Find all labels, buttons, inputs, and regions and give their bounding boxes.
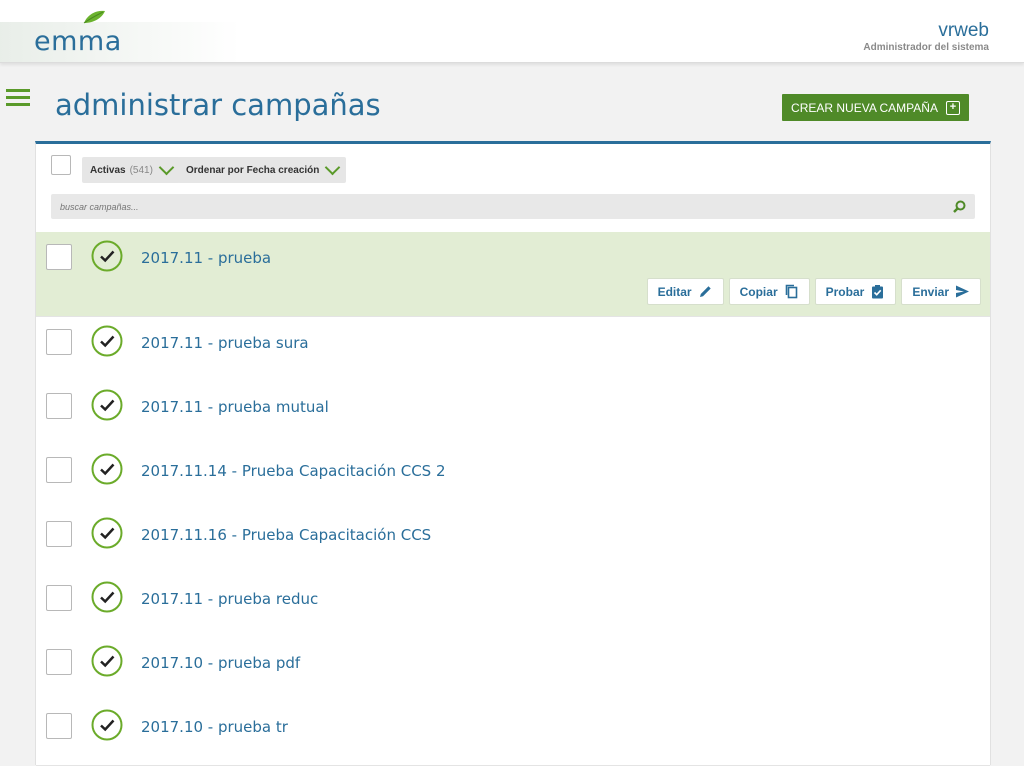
send-button[interactable]: Enviar [901,278,981,305]
chevron-down-icon [325,159,341,176]
row-checkbox[interactable] [46,244,72,270]
status-filter-label: Activas [90,164,126,176]
check-circle-icon [91,581,123,613]
copy-icon [785,284,797,299]
campaign-row[interactable]: 2017.10 - prueba pdf [36,637,990,702]
pencil-icon [699,286,711,297]
user-role: Administrador del sistema [863,42,989,53]
check-circle-icon [91,709,123,741]
test-button[interactable]: Probar [814,278,897,305]
add-icon: + [945,100,960,115]
search-icon[interactable] [953,200,966,213]
campaign-name[interactable]: 2017.11.16 - Prueba Capacitación CCS [141,526,431,544]
check-circle-icon [91,240,123,272]
row-checkbox[interactable] [46,393,72,419]
check-circle-icon [91,517,123,549]
campaign-row[interactable]: 2017.11 - prueba sura [36,317,990,382]
send-label: Enviar [912,284,949,299]
row-checkbox[interactable] [46,521,72,547]
leaf-icon [83,10,105,24]
create-campaign-label: CREAR NUEVA CAMPAÑA [791,100,938,115]
copy-button[interactable]: Copiar [728,278,810,305]
status-filter-count: (541) [129,164,153,176]
campaign-panel: Activas (541) Ordenar por Fecha creación… [35,141,991,766]
row-checkbox[interactable] [46,713,72,739]
create-campaign-button[interactable]: CREAR NUEVA CAMPAÑA + [782,94,969,121]
campaign-row[interactable]: 2017.10 - prueba tr [36,701,990,766]
row-checkbox[interactable] [46,649,72,675]
campaign-row[interactable]: 2017.11.16 - Prueba Capacitación CCS [36,509,990,574]
check-circle-icon [91,325,123,357]
campaign-row[interactable]: 2017.11.14 - Prueba Capacitación CCS 2 [36,445,990,510]
check-circle-icon [91,389,123,421]
clipboard-check-icon [872,285,884,299]
copy-label: Copiar [739,284,778,299]
check-circle-icon [91,453,123,485]
campaign-name[interactable]: 2017.11 - prueba mutual [141,398,329,416]
campaign-name[interactable]: 2017.11 - prueba sura [141,334,309,352]
campaign-row[interactable]: 2017.11 - prueba mutual [36,381,990,446]
test-label: Probar [825,284,865,299]
row-checkbox[interactable] [46,329,72,355]
campaign-row[interactable]: 2017.11 - prueba Editar Copiar Probar En… [36,232,990,317]
campaign-row[interactable]: 2017.11 - prueba reduc [36,573,990,638]
edit-label: Editar [657,284,692,299]
user-name[interactable]: vrweb [938,20,989,42]
campaign-name[interactable]: 2017.10 - prueba pdf [141,654,300,672]
send-icon [956,285,969,298]
menu-icon[interactable] [6,89,30,107]
row-checkbox[interactable] [46,457,72,483]
top-bar: emma vrweb Administrador del sistema [0,0,1024,63]
row-checkbox[interactable] [46,585,72,611]
page-title: administrar campañas [55,88,381,122]
chevron-down-icon [158,159,175,176]
row-actions: Editar Copiar Probar Enviar [646,278,981,305]
edit-button[interactable]: Editar [646,278,724,305]
sort-label: Ordenar por Fecha creación [186,164,320,176]
check-circle-icon [91,645,123,677]
search-bar [51,194,975,219]
status-filter-dropdown[interactable]: Activas (541) [82,157,180,183]
campaign-name[interactable]: 2017.11 - prueba [141,249,271,267]
sort-dropdown[interactable]: Ordenar por Fecha creación [178,157,347,183]
select-all-checkbox[interactable] [51,155,71,175]
campaign-name[interactable]: 2017.11 - prueba reduc [141,590,318,608]
campaign-name[interactable]: 2017.11.14 - Prueba Capacitación CCS 2 [141,462,446,480]
search-input[interactable] [51,194,949,219]
campaign-name[interactable]: 2017.10 - prueba tr [141,718,288,736]
logo[interactable]: emma [34,26,122,57]
